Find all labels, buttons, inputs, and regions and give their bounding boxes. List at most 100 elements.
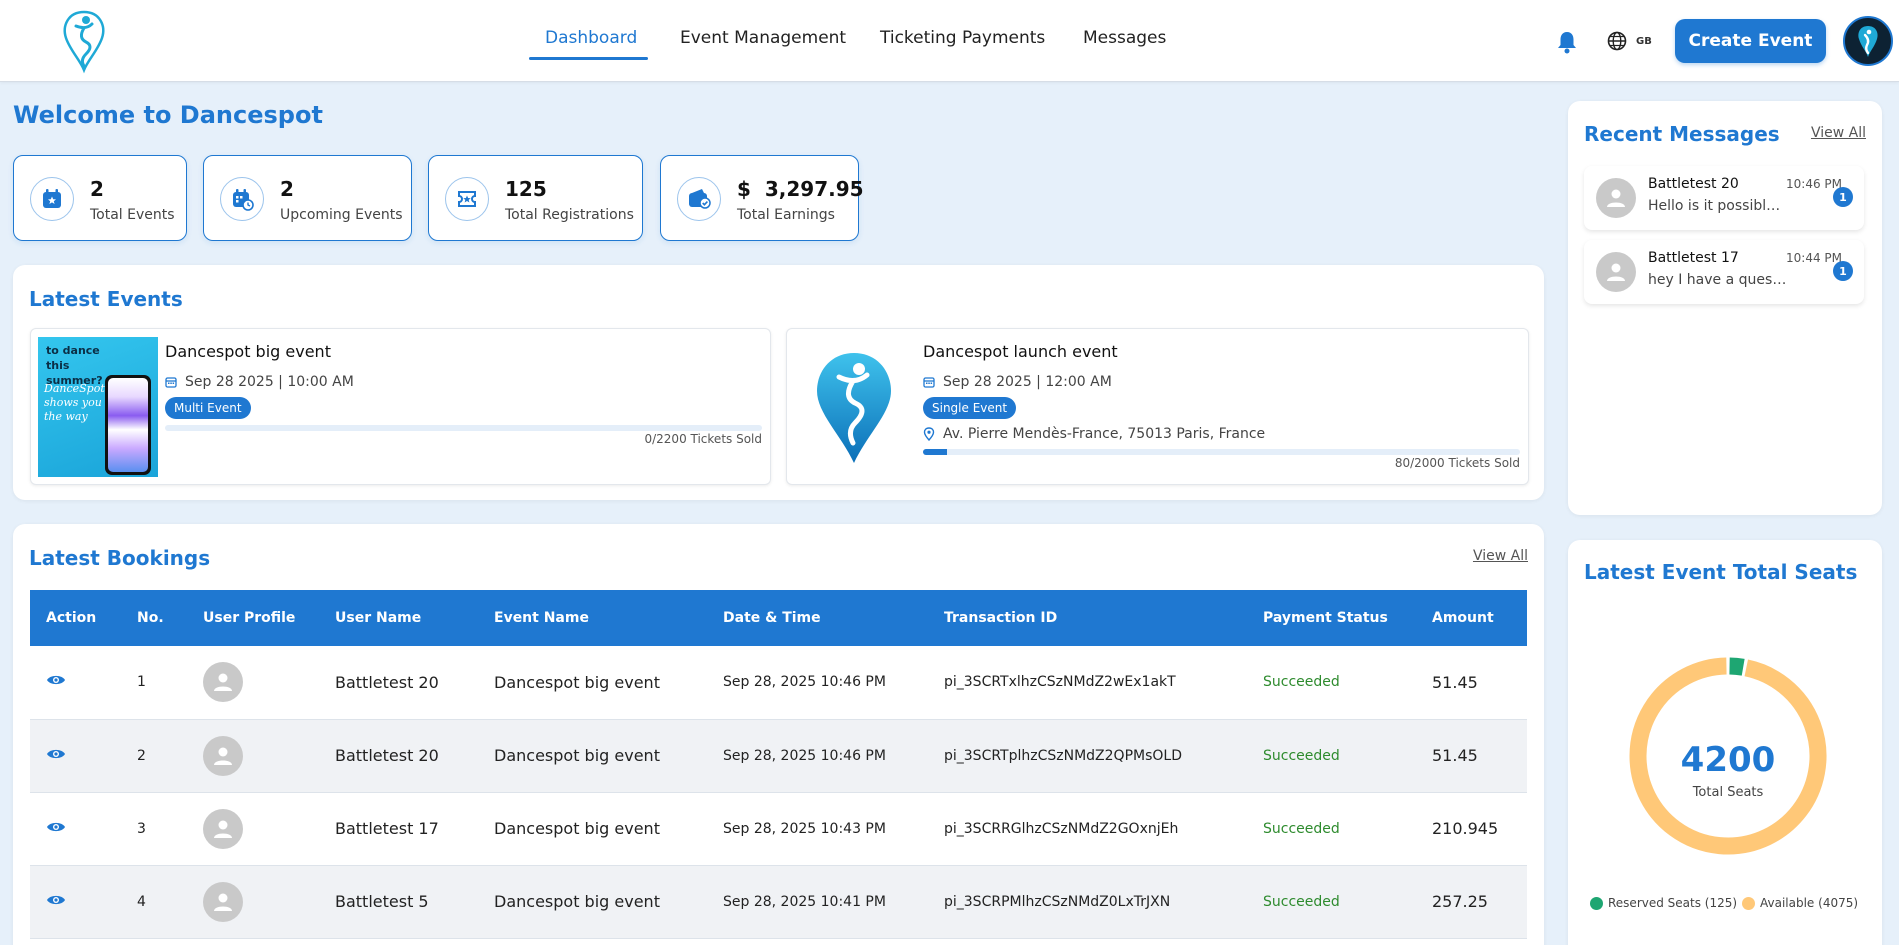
event-logo xyxy=(813,351,895,465)
booking-datetime: Sep 28, 2025 10:41 PM xyxy=(723,893,886,910)
profile-avatar[interactable] xyxy=(1843,16,1893,66)
message-item[interactable]: Battletest 20 10:46 PM Hello is it possi… xyxy=(1584,166,1864,230)
event-name: Dancespot big event xyxy=(494,819,660,838)
nav-event-management[interactable]: Event Management xyxy=(680,28,846,48)
table-row[interactable]: 2 Battletest 20 Dancespot big event Sep … xyxy=(30,719,1527,792)
unread-badge: 1 xyxy=(1833,187,1853,207)
tickets-sold: 0/2200 Tickets Sold xyxy=(644,432,762,446)
seats-total-value: 4200 xyxy=(1680,740,1776,780)
event-poster: to dance this summer? DanceSpot shows yo… xyxy=(38,337,158,477)
column-header[interactable]: Transaction ID xyxy=(928,590,1247,646)
column-header[interactable]: Action xyxy=(30,590,121,646)
message-preview: Hello is it possible to book xyxy=(1648,198,1788,214)
row-number: 1 xyxy=(137,674,146,691)
stat-card-total-earnings: $ 3,297.95 Total Earnings xyxy=(660,155,864,241)
eye-icon[interactable] xyxy=(46,675,66,691)
nav-dashboard[interactable]: Dashboard xyxy=(545,28,637,48)
eye-icon[interactable] xyxy=(46,822,66,838)
latest-bookings-title: Latest Bookings xyxy=(29,546,211,570)
message-sender: Battletest 20 xyxy=(1648,176,1739,192)
user-avatar xyxy=(203,881,243,922)
event-date-text: Sep 28 2025 | 10:00 AM xyxy=(185,374,354,390)
table-row[interactable]: 1 Battletest 20 Dancespot big event Sep … xyxy=(30,646,1527,719)
poster-tagline: DanceSpot shows you the way xyxy=(44,382,105,423)
booking-datetime: Sep 28, 2025 10:46 PM xyxy=(723,747,886,764)
user-name: Battletest 5 xyxy=(335,892,429,911)
payment-status: Succeeded xyxy=(1263,747,1340,764)
message-sender: Battletest 17 xyxy=(1648,250,1739,266)
stat-label: Total Events xyxy=(90,207,175,223)
stat-card-total-events: 2 Total Events xyxy=(13,155,187,241)
table-row[interactable]: 3 Battletest 17 Dancespot big event Sep … xyxy=(30,792,1527,865)
column-header[interactable]: User Name xyxy=(319,590,478,646)
stat-label: Total Registrations xyxy=(505,207,634,223)
globe-icon[interactable] xyxy=(1607,31,1627,55)
user-avatar xyxy=(1596,178,1636,218)
stat-label: Total Earnings xyxy=(737,207,835,223)
legend-available: Available (4075) xyxy=(1742,896,1858,910)
legend-reserved: Reserved Seats (125) xyxy=(1590,896,1737,910)
language-code[interactable]: GB xyxy=(1636,36,1652,47)
poster-phone xyxy=(105,375,151,475)
eye-icon[interactable] xyxy=(46,895,66,911)
table-row[interactable]: 4 Battletest 5 Dancespot big event Sep 2… xyxy=(30,865,1527,938)
row-number: 2 xyxy=(137,747,146,764)
create-event-button[interactable]: Create Event xyxy=(1675,19,1826,63)
column-header[interactable]: User Profile xyxy=(187,590,319,646)
payment-status: Succeeded xyxy=(1263,820,1340,837)
user-avatar xyxy=(1596,252,1636,292)
unread-badge: 1 xyxy=(1833,261,1853,281)
event-type-badge: Single Event xyxy=(923,397,1017,419)
event-title: Dancespot big event xyxy=(165,342,331,361)
calendar-icon xyxy=(923,377,935,388)
event-name: Dancespot big event xyxy=(494,892,660,911)
event-title: Dancespot launch event xyxy=(923,342,1118,361)
event-card[interactable]: to dance this summer? DanceSpot shows yo… xyxy=(30,328,771,485)
legend-label: Available (4075) xyxy=(1760,896,1859,910)
user-avatar xyxy=(203,662,243,703)
ticket-star-icon xyxy=(445,177,489,221)
bookings-table: Action No. User Profile User Name Event … xyxy=(30,590,1527,939)
stat-value: 2 xyxy=(280,177,294,201)
message-time: 10:44 PM xyxy=(1786,251,1842,265)
event-address-text: Av. Pierre Mendès-France, 75013 Paris, F… xyxy=(943,426,1266,442)
user-avatar xyxy=(203,735,243,776)
bookings-view-all-link[interactable]: View All xyxy=(1473,548,1528,564)
bell-icon[interactable] xyxy=(1556,30,1578,58)
legend-swatch xyxy=(1742,896,1755,910)
legend-label: Reserved Seats (125) xyxy=(1608,896,1738,910)
stat-value: 125 xyxy=(505,177,547,201)
transaction-id: pi_3SCRRGlhzCSzNMdZ2GOxnjEh xyxy=(944,820,1179,837)
amount: 210.945 xyxy=(1432,819,1499,838)
recent-messages-title: Recent Messages xyxy=(1584,122,1780,146)
amount: 51.45 xyxy=(1432,746,1478,765)
nav-ticketing-payments[interactable]: Ticketing Payments xyxy=(880,28,1045,48)
stat-value: $ 3,297.95 xyxy=(737,177,864,201)
event-name: Dancespot big event xyxy=(494,672,660,692)
event-address: Av. Pierre Mendès-France, 75013 Paris, F… xyxy=(923,426,1265,442)
tickets-progress-fill xyxy=(923,449,947,455)
column-header[interactable]: No. xyxy=(121,590,187,646)
location-pin-icon xyxy=(923,427,935,441)
page-title: Welcome to Dancespot xyxy=(13,101,323,129)
column-header[interactable]: Payment Status xyxy=(1247,590,1416,646)
eye-icon[interactable] xyxy=(46,749,66,765)
message-item[interactable]: Battletest 17 10:44 PM hey I have a ques… xyxy=(1584,240,1864,304)
legend-swatch xyxy=(1590,896,1603,910)
stat-card-total-registrations: 125 Total Registrations xyxy=(428,155,643,241)
recent-messages-card: Recent Messages View All xyxy=(1568,101,1882,515)
nav-messages[interactable]: Messages xyxy=(1083,28,1166,48)
event-card[interactable]: Dancespot launch event Sep 28 2025 | 12:… xyxy=(786,328,1529,485)
amount: 257.25 xyxy=(1432,892,1488,911)
table-header-row: Action No. User Profile User Name Event … xyxy=(30,590,1527,646)
transaction-id: pi_3SCRTxlhzCSzNMdZ2wEx1akT xyxy=(944,674,1176,691)
column-header[interactable]: Event Name xyxy=(478,590,707,646)
row-number: 4 xyxy=(137,893,146,910)
messages-view-all-link[interactable]: View All xyxy=(1811,125,1866,141)
message-preview: hey I have a question regarding xyxy=(1648,272,1788,288)
user-name: Battletest 20 xyxy=(335,672,439,692)
column-header[interactable]: Date & Time xyxy=(707,590,928,646)
top-navigation-bar: Dashboard Event Management Ticketing Pay… xyxy=(0,0,1899,82)
dancespot-logo[interactable] xyxy=(56,8,112,74)
column-header[interactable]: Amount xyxy=(1416,590,1527,646)
